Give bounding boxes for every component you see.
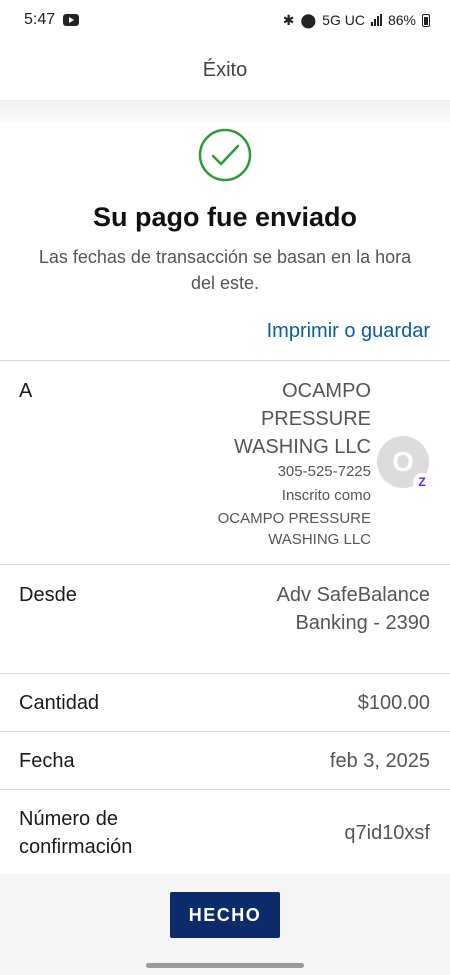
status-bar: 5:47 ✱ ⬤ 5G UC 86% bbox=[0, 0, 450, 40]
done-button[interactable]: HECHO bbox=[170, 892, 280, 938]
success-subtitle: Las fechas de transacción se basan en la… bbox=[38, 247, 412, 293]
youtube-icon bbox=[63, 14, 80, 26]
date-label: Fecha bbox=[19, 750, 75, 772]
success-title: Su pago fue enviado bbox=[92, 202, 358, 232]
signal-icon bbox=[370, 14, 382, 26]
enrolled-as-name: OCAMPO PRESSURE WASHING LLC bbox=[217, 510, 371, 548]
bluetooth-icon: ✱ bbox=[282, 11, 295, 28]
app-header: Éxito bbox=[0, 40, 450, 100]
confirmation-label: Número de confirmación bbox=[19, 808, 133, 858]
battery-icon bbox=[422, 13, 430, 27]
divider bbox=[0, 564, 450, 565]
location-icon: ⬤ bbox=[300, 11, 317, 28]
home-indicator[interactable] bbox=[146, 963, 304, 968]
amount-value: $100.00 bbox=[357, 692, 430, 714]
from-account: Adv SafeBalance Banking - 2390 bbox=[276, 584, 430, 634]
confirmation-number: q7id10xsf bbox=[344, 822, 430, 844]
enrolled-as-label: Inscrito como bbox=[281, 487, 371, 504]
divider bbox=[0, 673, 450, 674]
to-label: A bbox=[19, 380, 33, 402]
divider bbox=[0, 731, 450, 732]
page-title: Éxito bbox=[202, 58, 248, 81]
payee-phone: 305-525-7225 bbox=[277, 463, 371, 480]
divider bbox=[0, 360, 450, 361]
status-time: 5:47 bbox=[24, 11, 56, 28]
battery-level: 86% bbox=[387, 12, 416, 28]
checkmark-circle-icon bbox=[198, 128, 252, 182]
divider bbox=[0, 789, 450, 790]
status-left: 5:47 bbox=[24, 11, 80, 29]
print-or-save-link[interactable]: Imprimir o guardar bbox=[267, 320, 430, 343]
network-type: 5G UC bbox=[322, 12, 365, 28]
zelle-icon: Z bbox=[413, 473, 431, 491]
payee-name: OCAMPO PRESSURE WASHING LLC bbox=[233, 380, 371, 458]
from-label: Desde bbox=[19, 584, 77, 606]
amount-label: Cantidad bbox=[19, 692, 100, 714]
header-shadow bbox=[0, 100, 450, 122]
status-right: ✱ ⬤ 5G UC 86% bbox=[283, 12, 430, 29]
date-value: feb 3, 2025 bbox=[329, 750, 430, 772]
